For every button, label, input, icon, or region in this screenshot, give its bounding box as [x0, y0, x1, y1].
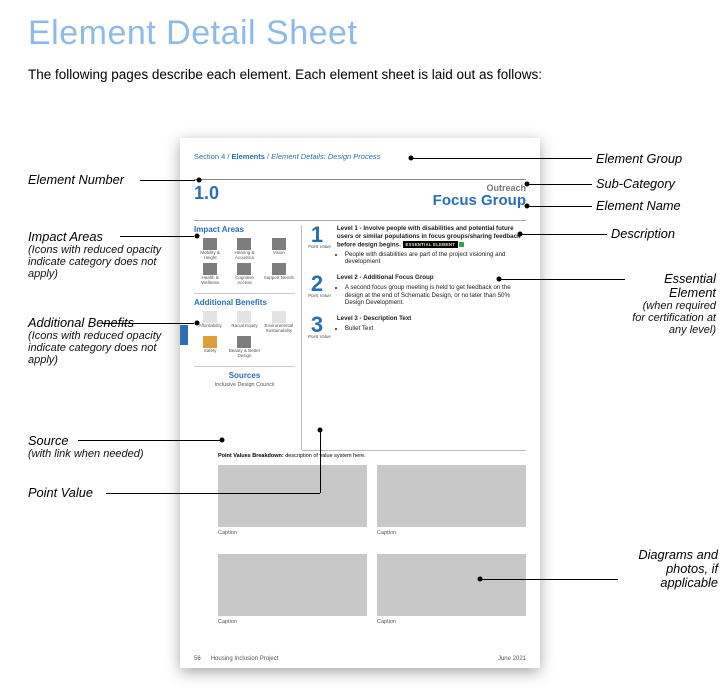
breadcrumb-detail: Element Details: Design Process — [271, 152, 380, 161]
leader-line — [102, 323, 194, 324]
leader-line — [499, 279, 625, 280]
point-value-label: Point Value — [308, 334, 331, 339]
leader-line — [527, 206, 592, 207]
impact-icon: Mobility & Height — [194, 238, 226, 260]
leader-line — [527, 184, 592, 185]
page-intro: The following pages describe each elemen… — [0, 53, 722, 82]
leader-dot — [318, 428, 323, 433]
callout-impact-areas: Impact Areas (Icons with reduced opacity… — [28, 230, 178, 280]
image-cell: Caption — [218, 465, 367, 536]
image-cell: Caption — [218, 554, 367, 625]
leader-line — [140, 180, 195, 181]
additional-benefits-icons: Affordability Racial Equity Environmenta… — [194, 311, 295, 358]
image-grid: Caption Caption Caption Caption — [218, 465, 526, 625]
leader-dot — [518, 232, 523, 237]
sources-heading: Sources — [194, 371, 295, 380]
leader-line — [480, 579, 618, 580]
image-placeholder — [377, 554, 526, 616]
breadcrumb: Section 4 / Elements / Element Details: … — [194, 152, 526, 161]
image-placeholder — [218, 554, 367, 616]
leader-line — [320, 430, 321, 493]
level-bullet: A second focus group meeting is held to … — [345, 284, 526, 307]
image-placeholder — [218, 465, 367, 527]
caption: Caption — [218, 530, 367, 536]
level-bullet: Bullet Text — [345, 325, 526, 333]
leader-dot — [195, 234, 200, 239]
callout-diagrams: Diagrams and photos, if applicable — [622, 548, 718, 590]
level-1: 1 Point Value Level 1 - Involve people w… — [308, 225, 526, 266]
side-tab — [180, 325, 188, 345]
breadcrumb-part: Elements — [232, 152, 265, 161]
impact-icon: Vision — [263, 238, 295, 260]
sources-block: Sources Inclusive Design Council — [194, 366, 295, 388]
callout-sub-category: Sub-Category — [596, 177, 675, 191]
sample-sheet: Section 4 / Elements / Element Details: … — [180, 138, 540, 668]
leader-dot — [195, 321, 200, 326]
element-name: Focus Group — [433, 193, 526, 208]
leader-line — [120, 236, 194, 237]
leader-dot — [497, 277, 502, 282]
leader-dot — [478, 577, 483, 582]
point-value-label: Point Value — [308, 244, 331, 249]
leader-dot — [409, 156, 414, 161]
benefit-icon: Safety — [194, 336, 226, 358]
callout-source: Source (with link when needed) — [28, 434, 178, 460]
essential-dot-icon — [459, 242, 464, 247]
caption: Caption — [377, 619, 526, 625]
page-title: Element Detail Sheet — [0, 0, 722, 53]
leader-dot — [525, 182, 530, 187]
page-footer: 56 Housing Inclusion Project June 2021 — [194, 656, 526, 662]
impact-icon: Hearing & Acoustics — [228, 238, 260, 260]
leader-line — [410, 158, 592, 159]
benefit-icon: Beauty & Better Design — [228, 336, 260, 358]
impact-icon: Support Needs — [263, 263, 295, 285]
point-value-label: Point Value — [308, 293, 331, 298]
impact-areas-heading: Impact Areas — [194, 225, 295, 234]
impact-icon: Cognitive Access — [228, 263, 260, 285]
rule-under-head — [194, 220, 526, 221]
essential-element-badge: ESSENTIAL ELEMENT — [403, 241, 459, 248]
callout-element-number: Element Number — [28, 173, 124, 187]
callout-essential-element: Essential Element (when required for cer… — [630, 272, 716, 336]
level-number: 3 — [308, 315, 326, 335]
caption: Caption — [377, 530, 526, 536]
level-number: 1 — [308, 225, 326, 245]
caption: Caption — [218, 619, 367, 625]
callout-element-name: Element Name — [596, 199, 681, 213]
level-heading: Level 3 - Description Text — [337, 315, 412, 322]
leader-dot — [197, 178, 202, 183]
level-2: 2 Point Value Level 2 - Additional Focus… — [308, 274, 526, 307]
level-3: 3 Point Value Level 3 - Description Text… — [308, 315, 526, 339]
image-placeholder — [377, 465, 526, 527]
impact-areas-icons: Mobility & Height Hearing & Acoustics Vi… — [194, 238, 295, 285]
impact-icon: Health & Wellness — [194, 263, 226, 285]
callout-description: Description — [611, 227, 675, 241]
element-number: 1.0 — [194, 184, 219, 202]
leader-line — [106, 493, 320, 494]
callout-element-group: Element Group — [596, 152, 682, 166]
level-bullet: People with disabilities are part of the… — [345, 251, 526, 267]
image-cell: Caption — [377, 465, 526, 536]
benefit-icon: Environmental Sustainability — [263, 311, 295, 333]
additional-benefits-heading: Additional Benefits — [194, 293, 295, 307]
rule-top — [194, 179, 526, 180]
level-heading: Level 2 - Additional Focus Group — [337, 274, 434, 281]
leader-dot — [220, 438, 225, 443]
benefit-icon: Racial Equity — [228, 311, 260, 333]
point-value-breakdown: Point Values Breakdown: description of v… — [218, 453, 526, 459]
leader-line — [78, 440, 220, 441]
sources-text: Inclusive Design Council — [194, 382, 295, 388]
leader-line — [520, 234, 607, 235]
image-cell: Caption — [377, 554, 526, 625]
leader-dot — [525, 204, 530, 209]
level-number: 2 — [308, 274, 326, 294]
breadcrumb-section: Section 4 — [194, 152, 225, 161]
callout-point-value: Point Value — [28, 486, 93, 500]
